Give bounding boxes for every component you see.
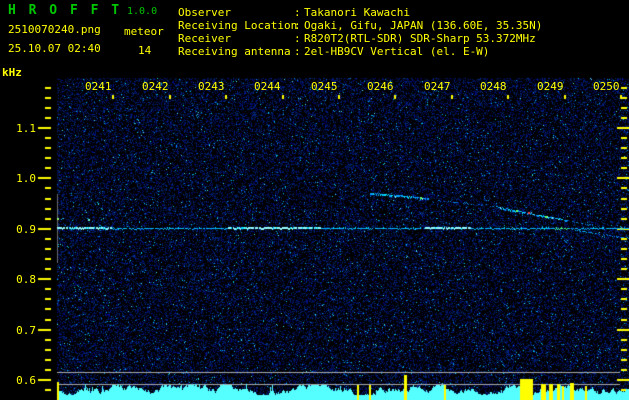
info-separator: : (294, 6, 301, 19)
app-version: 1.0.0 (127, 6, 158, 17)
info-label: Receiving Location (178, 19, 298, 32)
observation-info: Observer: Takanori Kawachi Receiving Loca… (178, 4, 626, 60)
meteor-count: 14 (138, 44, 152, 57)
time-tick-label: 0242 (142, 80, 169, 93)
mode-label: meteor (124, 25, 164, 38)
time-tick-label: 0243 (198, 80, 225, 93)
output-filename: 2510070240.png (8, 23, 101, 36)
freq-tick-label: 0.8 (16, 273, 36, 286)
info-row-receiver: Receiver: R820T2(RTL-SDR) SDR-Sharp 53.37… (178, 32, 536, 45)
app-title: H R O F F T (8, 3, 122, 18)
info-label: Receiving antenna (178, 45, 291, 58)
time-tick-label: 0248 (480, 80, 507, 93)
info-label: Receiver (178, 32, 231, 45)
info-row-antenna: Receiving antenna:2el-HB9CV Vertical (el… (178, 45, 489, 58)
time-tick-label: 0244 (254, 80, 281, 93)
spectrogram-canvas (0, 0, 629, 400)
observation-datetime: 25.10.07 02:40 (8, 42, 101, 55)
info-row-location: Receiving Location: Ogaki, Gifu, JAPAN (1… (178, 19, 542, 32)
freq-tick-label: 0.9 (16, 223, 36, 236)
info-label: Observer (178, 6, 231, 19)
time-tick-label: 0245 (311, 80, 338, 93)
info-value: R820T2(RTL-SDR) SDR-Sharp 53.372MHz (304, 32, 536, 45)
info-value: Ogaki, Gifu, JAPAN (136.60E, 35.35N) (304, 19, 543, 32)
freq-tick-label: 1.1 (16, 122, 36, 135)
freq-tick-label: 1.0 (16, 172, 36, 185)
time-tick-label: 0247 (424, 80, 451, 93)
freq-tick-label: 0.7 (16, 324, 36, 337)
hrofft-screen: H R O F F T 1.0.0 2510070240.png meteor … (0, 0, 629, 400)
info-row-observer: Observer: Takanori Kawachi (178, 6, 410, 19)
freq-tick-label: 0.6 (16, 374, 36, 387)
time-tick-label: 0249 (537, 80, 564, 93)
time-tick-label: 0241 (85, 80, 112, 93)
info-separator: : (294, 45, 301, 58)
info-separator: : (294, 32, 301, 45)
freq-axis-unit: kHz (2, 66, 22, 79)
info-value: 2el-HB9CV Vertical (el. E-W) (304, 45, 490, 58)
info-value: Takanori Kawachi (304, 6, 410, 19)
info-separator: : (294, 19, 301, 32)
time-tick-label: 0250 (593, 80, 620, 93)
time-tick-label: 0246 (367, 80, 394, 93)
